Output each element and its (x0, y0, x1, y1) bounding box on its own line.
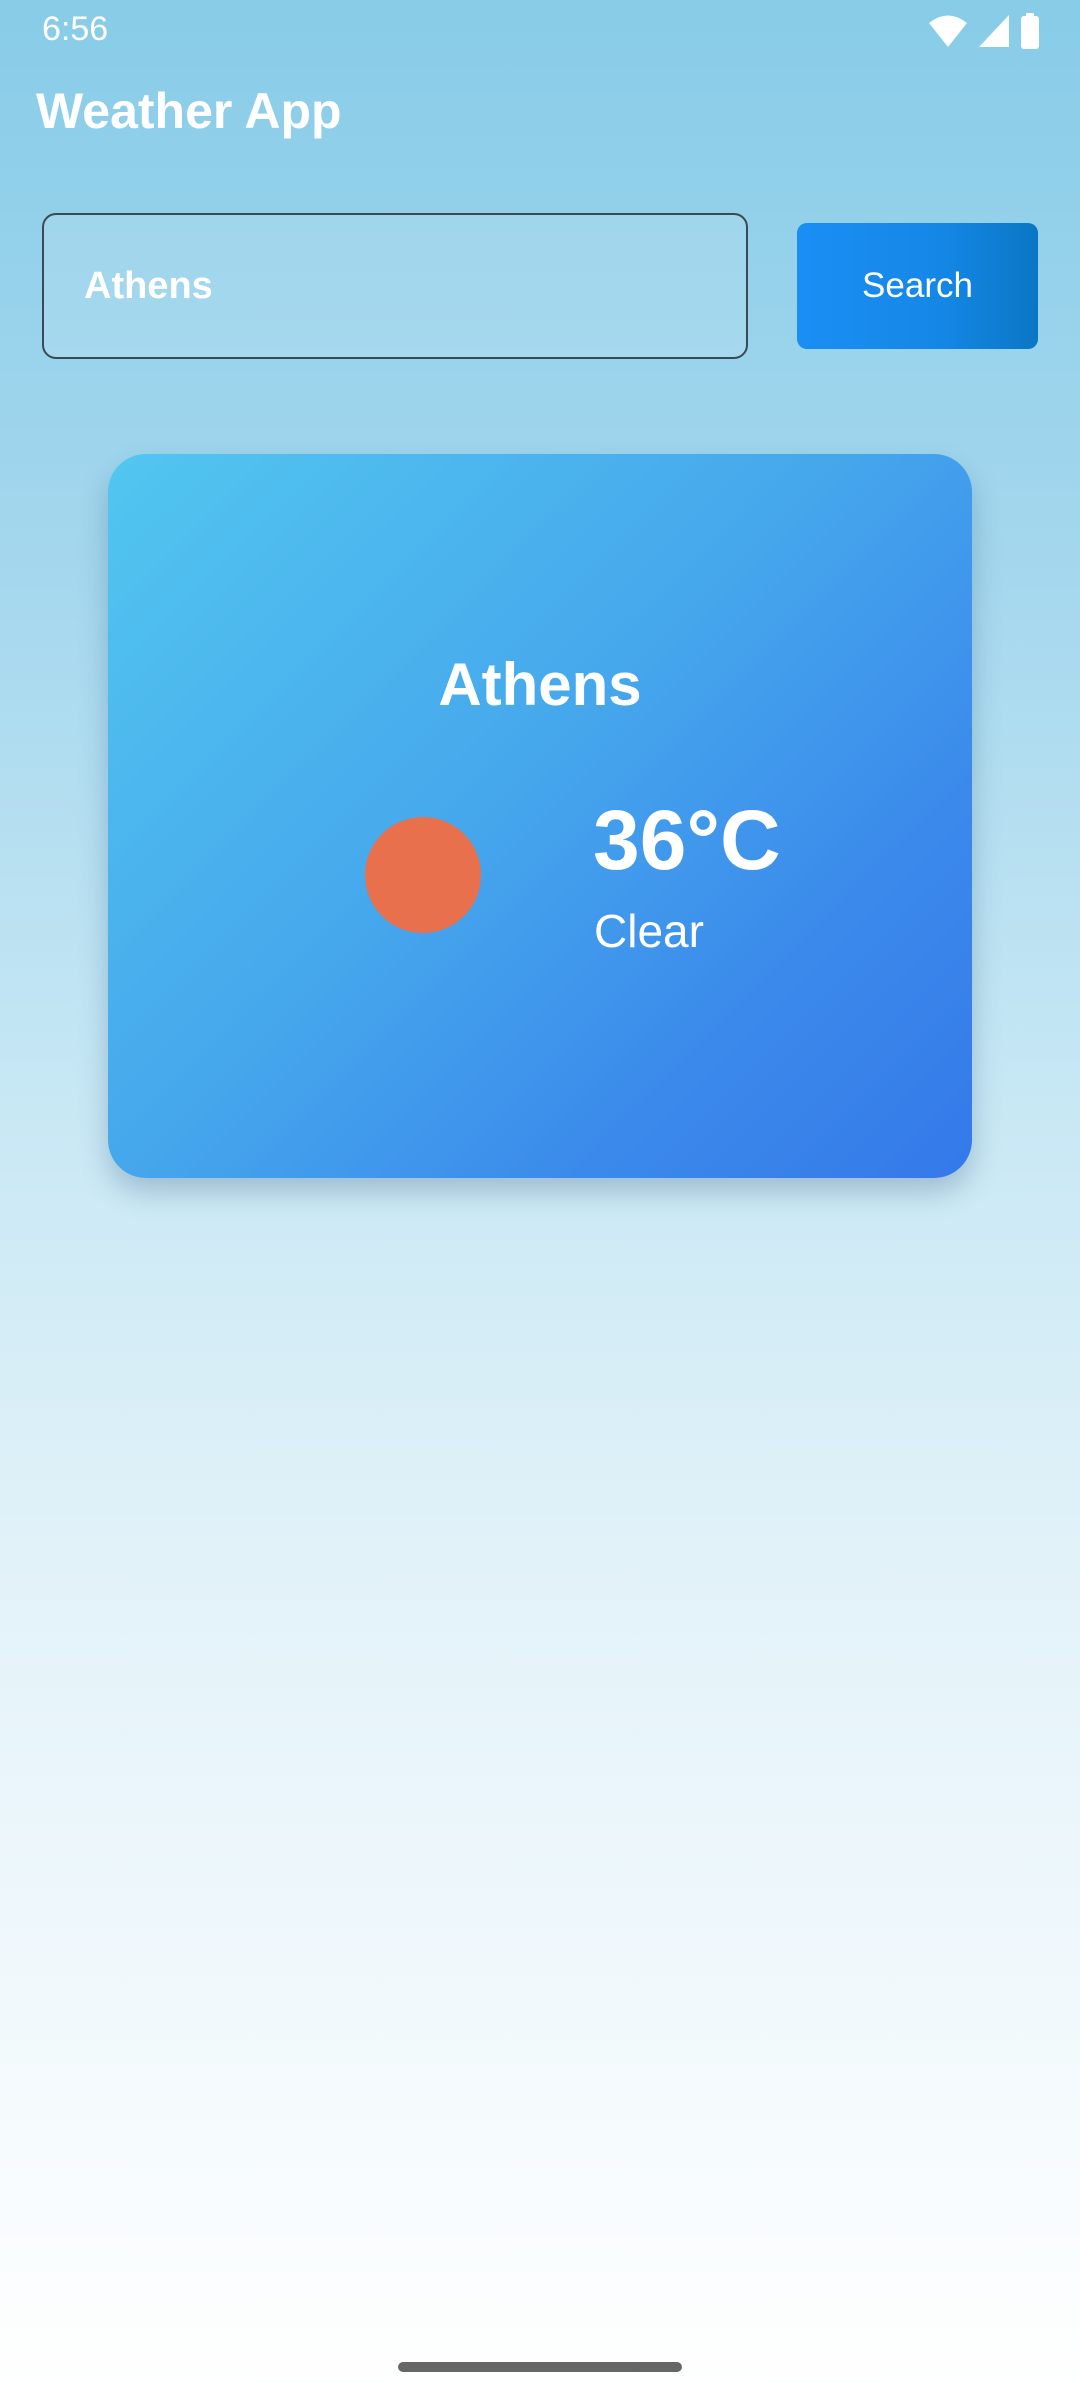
sun-icon (365, 817, 481, 933)
weather-card: Athens 36°C Clear (108, 454, 972, 1178)
city-name: Athens (438, 651, 642, 718)
battery-icon (1021, 13, 1039, 49)
status-bar: 6:56 (0, 0, 1080, 64)
city-search-input[interactable] (42, 213, 748, 359)
cell-signal-icon (979, 15, 1009, 47)
app-title: Weather App (36, 83, 342, 139)
weather-condition: Clear (594, 905, 704, 957)
search-button[interactable]: Search (797, 223, 1038, 349)
status-time: 6:56 (42, 10, 109, 48)
wifi-icon (929, 15, 967, 47)
home-indicator[interactable] (398, 2362, 682, 2372)
temperature: 36°C (593, 793, 781, 887)
status-icons (928, 12, 1040, 50)
